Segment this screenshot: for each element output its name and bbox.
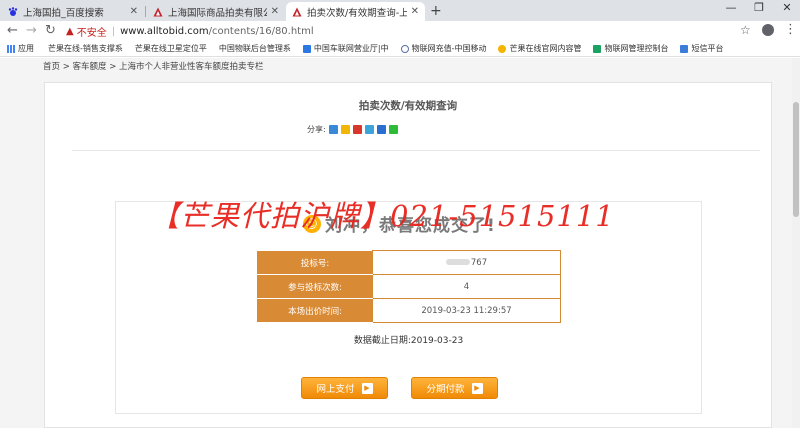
url-host: www.alltobid.com: [120, 25, 209, 37]
bookmark-label: 中国车联网营业厅|中: [313, 44, 389, 53]
share-renren-icon[interactable]: [376, 125, 386, 134]
watermark-overlay: 【芒果代拍沪牌】021-51515111: [150, 199, 615, 233]
new-tab-button[interactable]: +: [430, 3, 442, 19]
restore-button[interactable]: ❐: [744, 1, 774, 14]
close-icon[interactable]: ✕: [411, 6, 419, 17]
tab-separator: [145, 6, 146, 17]
close-icon[interactable]: ✕: [271, 6, 279, 17]
page-scrollbar[interactable]: [792, 58, 800, 428]
share-qzone-icon[interactable]: [340, 125, 350, 134]
bookmark-label: 芒果在线-销售支撑系: [48, 44, 123, 53]
tab-title: 上海国拍_百度搜索: [23, 7, 104, 19]
table-row: 参与投标次数: 4: [257, 274, 561, 299]
divider: [72, 150, 760, 151]
share-bar: 分享:: [307, 124, 398, 135]
back-arrow-icon[interactable]: ←: [7, 23, 18, 38]
page-viewport: 首页 > 客车额度 > 上海市个人非营业性客车额度拍卖专栏 拍卖次数/有效期查询…: [0, 58, 792, 428]
tab-title: 上海国际商品拍卖有限公司-上海: [168, 7, 267, 19]
bookmark-item[interactable]: 芒果在线卫星定位平: [135, 43, 207, 54]
data-deadline: 数据截止日期:2019-03-23: [353, 336, 464, 346]
share-add-icon[interactable]: [328, 125, 338, 134]
bookmark-item[interactable]: 物联网管理控制台: [593, 43, 668, 54]
blue-square-icon: [302, 44, 311, 53]
bid-info-table: 投标号: 767 参与投标次数: 4 本场出价时间: 2019-03-23 11…: [257, 250, 561, 323]
bookmark-star-icon[interactable]: ☆: [740, 23, 751, 37]
share-weibo-icon[interactable]: [352, 125, 362, 134]
bookmark-label: 芒果在线卫星定位平: [134, 44, 207, 53]
green-square-icon: [593, 44, 602, 53]
installment-button[interactable]: 分期付款 ▶: [411, 377, 498, 399]
bookmark-item[interactable]: 芒果在线官网内容管: [498, 43, 581, 54]
bookmarks-bar: 应用 芒果在线-销售支撑系 芒果在线卫星定位平 中国物联后台管理系 中国车联网营…: [0, 41, 800, 57]
address-separator: |: [111, 25, 116, 37]
bid-count-label: 参与投标次数:: [257, 274, 373, 299]
bookmark-label: 中国物联后台管理系: [218, 44, 291, 53]
bookmark-label: 芒果在线官网内容管: [509, 44, 582, 53]
browser-toolbar: ← → ↻ ▲ 不安全 | www.alltobid.com/contents/…: [0, 21, 800, 41]
tab-auction-query[interactable]: 拍卖次数/有效期查询-上海国际 ✕: [286, 2, 425, 21]
alltobid-logo-icon: [292, 7, 302, 17]
reload-icon[interactable]: ↻: [45, 23, 56, 38]
bookmark-item[interactable]: 物联网充值-中国移动: [400, 43, 487, 54]
scrollbar-thumb[interactable]: [793, 102, 799, 217]
window-close-button[interactable]: ✕: [772, 1, 800, 14]
share-wechat-icon[interactable]: [388, 125, 398, 134]
content-panel: 拍卖次数/有效期查询 分享: ☺ 刘冲，恭喜您成交了! 投标号: 767 参与投…: [44, 82, 772, 428]
share-tencent-icon[interactable]: [364, 125, 374, 134]
bookmark-label: 物联网充值-中国移动: [411, 44, 487, 53]
breadcrumb[interactable]: 首页 > 客车额度 > 上海市个人非营业性客车额度拍卖专栏: [43, 60, 264, 72]
table-row: 投标号: 767: [257, 250, 561, 275]
bid-number-value: 767: [372, 250, 561, 275]
tab-title: 拍卖次数/有效期查询-上海国际: [307, 7, 407, 19]
page-title: 拍卖次数/有效期查询: [358, 100, 458, 112]
bookmark-label: 短信平台: [691, 44, 724, 53]
bookmark-label: 应用: [18, 44, 34, 53]
redacted-mask: [445, 259, 470, 265]
blue-square-icon: [680, 44, 689, 53]
bid-count-value: 4: [372, 274, 561, 299]
security-label[interactable]: 不安全: [77, 24, 107, 39]
tab-baidu-search[interactable]: 上海国拍_百度搜索 ✕: [2, 2, 144, 21]
bid-number-label: 投标号:: [257, 250, 373, 275]
forward-arrow-icon[interactable]: →: [26, 23, 37, 38]
bookmark-apps[interactable]: 应用: [7, 43, 34, 54]
tab-alltobid-home[interactable]: 上海国际商品拍卖有限公司-上海 ✕: [147, 2, 285, 21]
bookmark-item[interactable]: 短信平台: [680, 43, 723, 54]
bid-number-suffix: 767: [470, 257, 488, 268]
play-arrow-icon: ▶: [471, 382, 483, 394]
minimize-button[interactable]: —: [716, 1, 746, 14]
apps-grid-icon: [7, 44, 15, 53]
bid-time-label: 本场出价时间:: [257, 298, 373, 323]
warning-triangle-icon[interactable]: ▲: [66, 26, 74, 37]
bid-time-value: 2019-03-23 11:29:57: [372, 298, 561, 323]
yellow-circle-icon: [498, 44, 507, 53]
gear-icon: [400, 44, 409, 53]
menu-kebab-icon[interactable]: ⋮: [784, 22, 797, 37]
button-label: 分期付款: [426, 384, 465, 395]
alltobid-logo-icon: [153, 7, 163, 17]
bookmark-label: 物联网管理控制台: [604, 44, 669, 53]
bookmark-item[interactable]: 中国车联网营业厅|中: [302, 43, 389, 54]
bookmark-item[interactable]: 中国物联后台管理系: [219, 43, 291, 54]
url-path: /contents/16/80.html: [208, 25, 314, 37]
table-row: 本场出价时间: 2019-03-23 11:29:57: [257, 298, 561, 323]
account-avatar-icon[interactable]: [762, 24, 774, 36]
baidu-paw-icon: [8, 6, 18, 17]
close-icon[interactable]: ✕: [130, 6, 138, 17]
tab-strip: 上海国拍_百度搜索 ✕ 上海国际商品拍卖有限公司-上海 ✕ 拍卖次数/有效期查询…: [0, 0, 800, 21]
bookmark-item[interactable]: 芒果在线-销售支撑系: [48, 43, 123, 54]
share-label: 分享:: [307, 125, 326, 134]
url-text[interactable]: www.alltobid.com/contents/16/80.html: [120, 26, 314, 37]
online-pay-button[interactable]: 网上支付 ▶: [301, 377, 388, 399]
play-arrow-icon: ▶: [361, 382, 373, 394]
button-label: 网上支付: [316, 384, 355, 395]
address-bar[interactable]: ▲ 不安全 | www.alltobid.com/contents/16/80.…: [66, 22, 754, 40]
